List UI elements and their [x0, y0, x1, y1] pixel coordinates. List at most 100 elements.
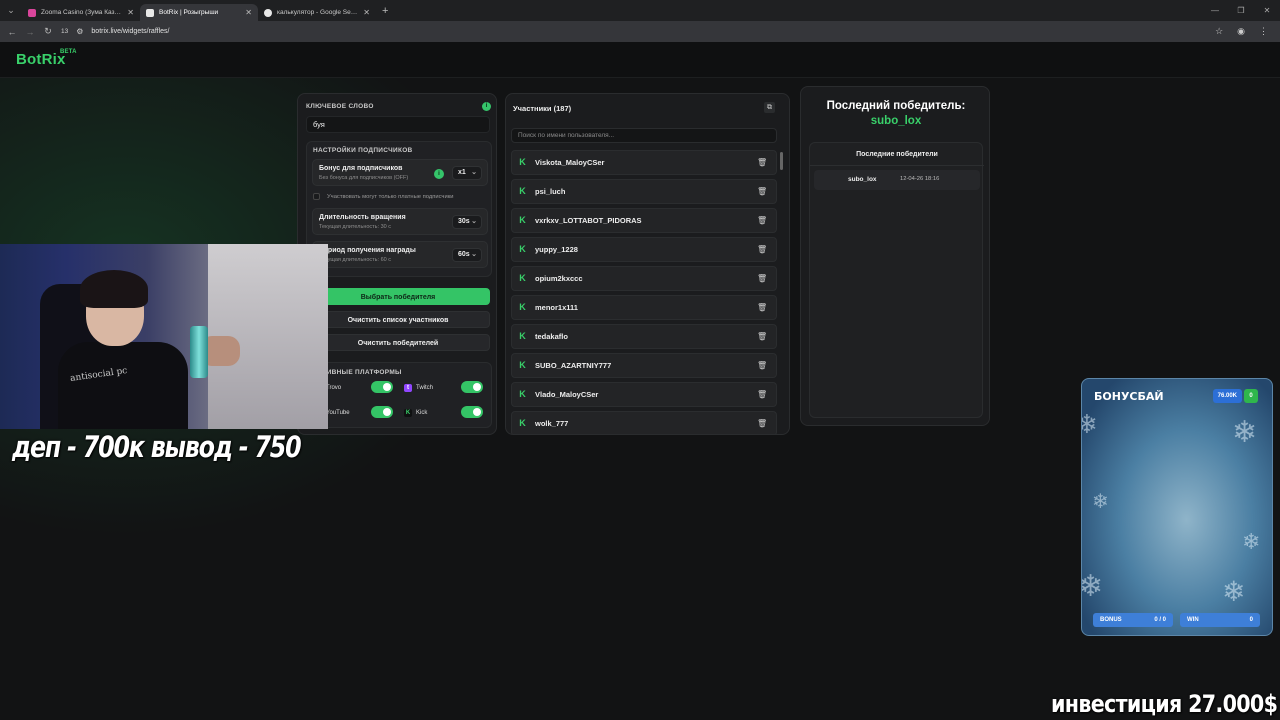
info-icon[interactable]: i: [482, 102, 491, 111]
spin-duration-row: Длительность вращения Текущая длительнос…: [312, 208, 488, 235]
pick-winner-button[interactable]: Выбрать победителя: [306, 288, 490, 305]
tab-botrix[interactable]: BotRix | Розыгрыши ✕: [140, 4, 258, 21]
keyword-label: КЛЮЧЕВОЕ СЛОВО: [306, 103, 374, 110]
forward-icon[interactable]: →: [25, 27, 35, 37]
kick-icon: K: [519, 157, 526, 167]
participant-row: K Viskota_MaloyCSer 🗑: [511, 150, 777, 175]
maximize-icon[interactable]: ❐: [1228, 0, 1254, 21]
trash-icon[interactable]: 🗑: [757, 361, 767, 371]
twitch-toggle[interactable]: [461, 381, 483, 393]
reload-icon[interactable]: ↻: [43, 26, 53, 37]
stream-caption: деп - 700к вывод - 750: [12, 430, 302, 464]
winner-row: subo_lox 12-04-26 18:16: [814, 170, 980, 190]
chevron-down-icon: ⌄: [471, 218, 477, 225]
kick-icon: K: [519, 186, 526, 196]
kick-icon: K: [519, 360, 526, 370]
bonus-stat-label: BONUS: [1100, 617, 1122, 623]
participant-row: Kpsi_luch 🗑: [511, 179, 777, 204]
tab-search-button[interactable]: ⌄: [0, 0, 22, 21]
url-field[interactable]: botrix.live/widgets/raffles/: [91, 28, 169, 35]
participant-row: K SUBO_AZARTNIY777 🗑: [511, 353, 777, 378]
kick-icon: K: [519, 302, 526, 312]
trovo-toggle[interactable]: [371, 381, 393, 393]
participant-name: tedakaflo: [535, 332, 568, 341]
participants-panel: Участники (187) ⧉ Поиск по имени пользов…: [505, 93, 790, 435]
close-icon[interactable]: ✕: [363, 8, 370, 17]
participant-name: menor1x111: [535, 303, 578, 312]
participant-search-input[interactable]: Поиск по имени пользователя...: [511, 128, 777, 143]
site-settings-icon[interactable]: ⚙: [76, 27, 83, 36]
participant-name: Viskota_MaloyCSer: [535, 158, 605, 167]
trash-icon[interactable]: 🗑: [757, 187, 767, 197]
chevron-down-icon: ⌄: [471, 169, 477, 176]
trash-icon[interactable]: 🗑: [757, 390, 767, 400]
keyword-input[interactable]: буя: [306, 116, 490, 133]
platform-name: YouTube: [326, 409, 350, 416]
last-winner-name: subo_lox: [870, 115, 922, 127]
tab-title: BotRix | Розыгрыши: [159, 9, 219, 16]
participant-name: yuppy_1228: [535, 245, 578, 254]
kick-icon: K: [519, 389, 526, 399]
divider: [810, 165, 984, 166]
info-icon[interactable]: i: [434, 169, 444, 179]
bonus-multiplier-value: x1: [458, 169, 466, 176]
youtube-toggle[interactable]: [371, 406, 393, 418]
menu-kebab-icon[interactable]: ⋮: [1259, 26, 1268, 37]
profile-icon[interactable]: ◉: [1237, 26, 1245, 37]
snowflake-icon: ❄: [1222, 576, 1246, 607]
botrix-logo[interactable]: BotRix BETA: [16, 49, 77, 68]
subscriber-bonus-row: Бонус для подписчиков Без бонуса для под…: [312, 159, 488, 186]
participant-row: Kopium2kxccc 🗑: [511, 266, 777, 291]
new-tab-button[interactable]: +: [382, 5, 388, 17]
participants-scrollbar[interactable]: [780, 152, 783, 170]
back-icon[interactable]: ←: [7, 27, 17, 37]
address-bar: ← → ↻ 13 ⚙ botrix.live/widgets/raffles/ …: [0, 21, 1280, 42]
participant-name: wolk_777: [535, 419, 569, 428]
bookmark-star-icon[interactable]: ☆: [1215, 26, 1223, 37]
paid-only-checkbox-row[interactable]: Участвовать могут только платные подписч…: [313, 193, 453, 200]
trash-icon[interactable]: 🗑: [757, 245, 767, 255]
subscriber-settings-label: НАСТРОЙКИ ПОДПИСЧИКОВ: [313, 147, 413, 154]
extension-counter[interactable]: 13: [61, 28, 68, 35]
trash-icon[interactable]: 🗑: [757, 158, 767, 168]
clear-winners-button[interactable]: Очистить победителей: [306, 334, 490, 351]
participant-name: psi_luch: [535, 187, 566, 196]
tab-google[interactable]: калькулятор - Google Search ✕: [258, 4, 376, 21]
participant-row: K Vlado_MaloyCSer 🗑: [511, 382, 777, 407]
snowflake-icon: ❄: [1232, 416, 1258, 449]
close-icon[interactable]: ✕: [245, 8, 252, 17]
spin-duration-title: Длительность вращения: [319, 214, 406, 221]
tab-title: Zooma Casino (Зума Казино): [41, 9, 123, 16]
trash-icon[interactable]: 🗑: [757, 303, 767, 313]
webcam-person-body: [58, 342, 188, 429]
participants-title: Участники (187): [513, 104, 572, 113]
trash-icon[interactable]: 🗑: [757, 419, 767, 429]
reward-period-select[interactable]: 60s ⌄: [452, 248, 482, 262]
investment-caption: инвестиция 27.000$: [1051, 690, 1278, 718]
tab-zooma[interactable]: Zooma Casino (Зума Казино) ✕: [22, 4, 140, 21]
copy-icon[interactable]: ⧉: [764, 102, 775, 113]
bonus-buy-title: БОНУСБАЙ: [1094, 390, 1164, 403]
close-window-icon[interactable]: ✕: [1254, 0, 1280, 21]
paid-only-label: Участвовать могут только платные подписч…: [327, 193, 454, 200]
beta-badge: BETA: [60, 49, 77, 55]
chevron-down-icon: ⌄: [471, 251, 477, 258]
trash-icon[interactable]: 🗑: [757, 274, 767, 284]
kick-toggle[interactable]: [461, 406, 483, 418]
participants-list: K Viskota_MaloyCSer 🗑 Kpsi_luch 🗑 Kvxrkxv_L…: [511, 150, 777, 434]
spin-duration-select[interactable]: 30s ⌄: [452, 215, 482, 229]
bonus-multiplier-select[interactable]: x1 ⌄: [452, 166, 482, 180]
participant-row: Kvxrkxv_LOTTABOT_PIDORAS 🗑: [511, 208, 777, 233]
close-icon[interactable]: ✕: [127, 8, 134, 17]
clear-participants-button[interactable]: Очистить список участников: [306, 311, 490, 328]
minimize-icon[interactable]: —: [1202, 0, 1228, 21]
paid-only-checkbox[interactable]: [313, 193, 320, 200]
favicon-icon: [28, 8, 36, 17]
trash-icon[interactable]: 🗑: [757, 332, 767, 342]
trash-icon[interactable]: 🗑: [757, 216, 767, 226]
last-winner-title: Последний победитель:: [826, 100, 966, 112]
participant-name: SUBO_AZARTNIY777: [535, 361, 612, 370]
logo-text: BotRix: [16, 51, 66, 68]
tab-bar: ⌄ Zooma Casino (Зума Казино) ✕ BotRix | …: [0, 0, 1280, 21]
webcam-person-hair: [80, 270, 148, 308]
